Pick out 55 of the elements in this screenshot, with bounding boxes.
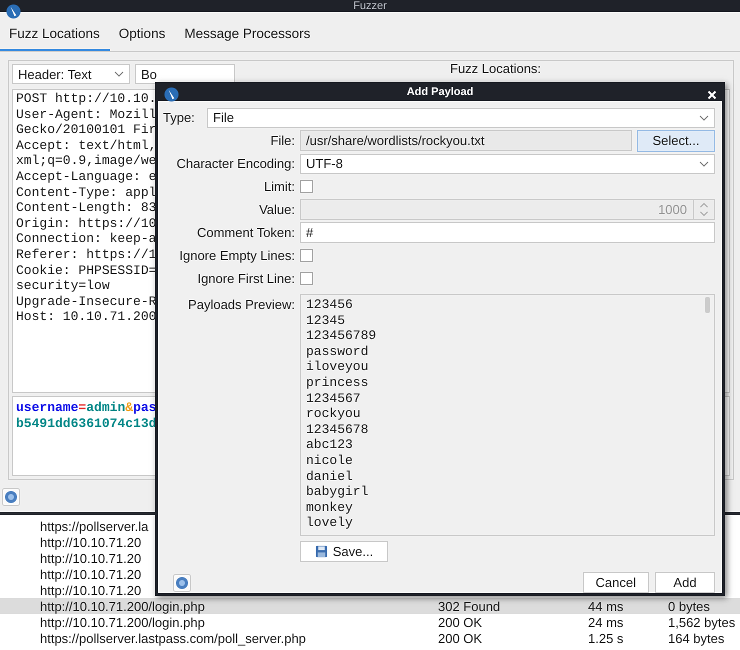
cancel-button[interactable]: Cancel	[582, 572, 649, 593]
tab[interactable]: Message Processors	[175, 20, 320, 51]
field-label: Type:	[163, 110, 196, 125]
size-cell: 164 bytes	[668, 630, 724, 646]
status-cell: 302 Found	[438, 598, 500, 614]
help-icon[interactable]	[2, 488, 20, 506]
payloads-preview-list[interactable]: 123456 12345 123456789 password iloveyou princess 1234567 rockyou 12345678 abc123 nicole daniel babygirl monkey lovely	[300, 294, 715, 536]
field-label: Character Encoding:	[175, 156, 295, 171]
chevron-down-icon	[699, 160, 709, 166]
add-button[interactable]: Add	[655, 572, 715, 593]
result-row[interactable]: https://pollserver.lastpass.com/poll_server.php 200 OK 1.25 s 164 bytes	[0, 630, 740, 646]
chevron-down-icon	[699, 114, 709, 120]
file-path-field[interactable]: /usr/share/wordlists/rockyou.txt	[300, 130, 632, 151]
encoding-dropdown[interactable]: UTF-8	[300, 154, 715, 174]
time-cell: 24 ms	[588, 614, 624, 630]
field-label: Limit:	[262, 179, 295, 194]
status-cell: 200 OK	[438, 614, 482, 630]
scrollbar-thumb[interactable]	[705, 297, 710, 313]
app-logo-icon	[164, 87, 179, 102]
url-cell: https://pollserver.lastpass.com/poll_server.php	[40, 630, 306, 646]
help-icon[interactable]	[173, 574, 191, 592]
field-label: Ignore Empty Lines:	[178, 248, 295, 263]
field-label: File:	[269, 133, 295, 148]
tab[interactable]: Fuzz Locations	[0, 20, 110, 51]
field-label: Ignore First Line:	[196, 271, 295, 286]
window-title: Fuzzer	[353, 0, 387, 12]
type-dropdown[interactable]: File	[207, 108, 715, 128]
size-cell: 0 bytes	[668, 598, 710, 614]
select-button[interactable]: Select...	[637, 130, 715, 152]
app-logo-icon	[6, 4, 21, 19]
tab[interactable]: Options	[110, 20, 176, 51]
status-cell: 200 OK	[438, 630, 482, 646]
url-cell: http://10.10.71.20	[40, 534, 142, 550]
field-label: Value:	[258, 202, 295, 217]
checkbox[interactable]	[300, 272, 313, 285]
comment-token-field[interactable]: #	[300, 222, 715, 243]
url-cell: http://10.10.71.20	[40, 566, 142, 582]
url-cell: http://10.10.71.200/login.php	[40, 614, 205, 630]
url-cell: http://10.10.71.200/login.php	[40, 598, 205, 614]
chevron-down-icon	[114, 71, 124, 77]
time-cell: 44 ms	[588, 598, 624, 614]
field-label: Comment Token:	[196, 225, 295, 240]
header-view-dropdown[interactable]: Header: Text	[12, 64, 130, 84]
locations-label: Fuzz Locations:	[450, 61, 542, 76]
checkbox[interactable]	[300, 180, 313, 193]
field-label: Payloads Preview:	[187, 296, 295, 314]
body-view-dropdown[interactable]: Bo	[135, 64, 235, 84]
result-row[interactable]: http://10.10.71.200/login.php 200 OK 24 ms 1,562 bytes	[0, 614, 740, 630]
result-row[interactable]: http://10.10.71.200/login.php 302 Found 44 ms 0 bytes	[0, 598, 740, 614]
dialog-title: Add Payload	[406, 86, 474, 98]
close-icon[interactable]	[707, 90, 717, 100]
save-button[interactable]: Save...	[300, 541, 388, 562]
size-cell: 1,562 bytes	[668, 614, 736, 630]
checkbox[interactable]	[300, 249, 313, 262]
time-cell: 1.25 s	[588, 630, 624, 646]
